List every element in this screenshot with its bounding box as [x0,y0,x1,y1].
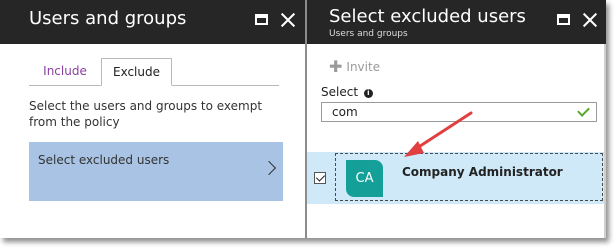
select-excluded-users-blade: Select excluded users Users and groups ✚… [307,0,606,238]
include-exclude-tabs: Include Exclude [29,58,279,86]
select-label-row: Select i [321,85,373,99]
chevron-right-icon [261,160,277,176]
maximize-icon[interactable] [255,14,268,25]
blade-title: Users and groups [29,8,187,29]
search-input[interactable] [321,102,597,122]
close-icon[interactable] [280,12,296,28]
user-name: Company Administrator [402,165,563,179]
close-icon[interactable] [582,12,598,28]
blade-header: Select excluded users Users and groups [307,0,606,44]
avatar: CA [346,160,383,197]
exclude-description: Select the users and groups to exempt fr… [29,99,263,129]
scrollbar[interactable] [604,44,606,238]
maximize-icon[interactable] [557,14,570,25]
row-checkbox[interactable] [314,172,326,184]
result-row[interactable]: CA Company Administrator [307,152,606,204]
info-icon[interactable]: i [363,89,373,98]
blade-subtitle: Users and groups [329,29,408,39]
tab-include[interactable]: Include [29,58,101,86]
invite-button[interactable]: ✚ Invite [329,57,380,76]
users-and-groups-blade: Users and groups Include Exclude Select … [0,0,305,238]
plus-icon: ✚ [329,57,343,76]
select-label: Select [321,85,359,99]
screenshot-frame: Users and groups Include Exclude Select … [0,0,606,238]
blade-header: Users and groups [0,0,305,44]
select-excluded-users-label: Select excluded users [38,153,170,167]
invite-label: Invite [346,60,381,74]
select-excluded-users-tile[interactable]: Select excluded users [29,142,283,201]
tab-exclude[interactable]: Exclude [101,58,172,86]
blade-title: Select excluded users [329,6,526,27]
